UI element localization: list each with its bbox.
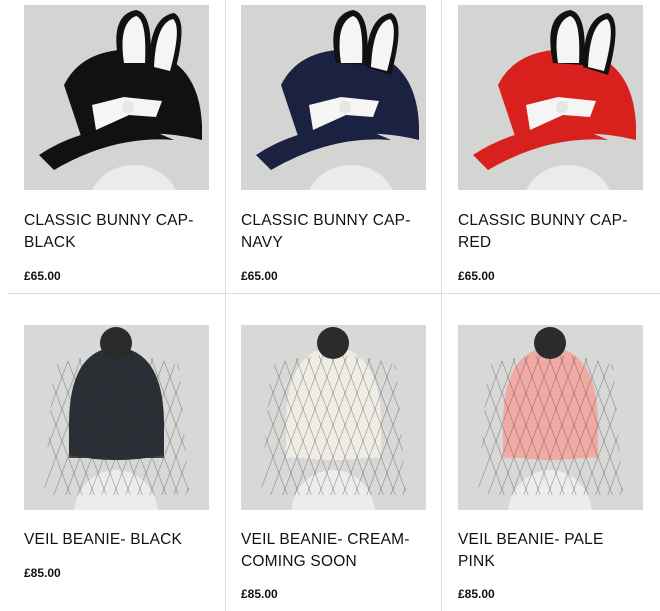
- product-price: £85.00: [458, 587, 495, 601]
- product-title-link[interactable]: CLASSIC BUNNY CAP- BLACK: [24, 210, 209, 254]
- product-title-link[interactable]: VEIL BEANIE- CREAM- COMING SOON: [241, 529, 426, 573]
- bunny-cap-image: [24, 5, 209, 190]
- product-title-link[interactable]: CLASSIC BUNNY CAP- RED: [458, 210, 643, 254]
- product-image-link[interactable]: [24, 325, 209, 510]
- product-card[interactable]: VEIL BEANIE- CREAM- COMING SOON £85.00: [241, 325, 426, 601]
- product-image-link[interactable]: [458, 325, 643, 510]
- product-price: £65.00: [24, 269, 61, 283]
- product-image-link[interactable]: [458, 5, 643, 190]
- product-card[interactable]: CLASSIC BUNNY CAP- NAVY £65.00: [241, 5, 426, 283]
- column-divider: [225, 0, 226, 611]
- row-divider: [8, 293, 660, 294]
- product-grid: CLASSIC BUNNY CAP- BLACK £65.00 CLASSIC …: [0, 0, 660, 611]
- veil-beanie-image: [241, 325, 426, 510]
- product-card[interactable]: VEIL BEANIE- PALE PINK £85.00: [458, 325, 643, 601]
- product-image-link[interactable]: [241, 5, 426, 190]
- product-title-link[interactable]: VEIL BEANIE- BLACK: [24, 529, 209, 551]
- product-price: £65.00: [458, 269, 495, 283]
- product-price: £85.00: [24, 566, 61, 580]
- veil-beanie-image: [458, 325, 643, 510]
- product-title-link[interactable]: VEIL BEANIE- PALE PINK: [458, 529, 643, 573]
- product-price: £85.00: [241, 587, 278, 601]
- product-image-link[interactable]: [24, 5, 209, 190]
- column-divider: [441, 0, 442, 611]
- product-price: £65.00: [241, 269, 278, 283]
- product-card[interactable]: VEIL BEANIE- BLACK £85.00: [24, 325, 209, 580]
- veil-beanie-image: [24, 325, 209, 510]
- product-card[interactable]: CLASSIC BUNNY CAP- RED £65.00: [458, 5, 643, 283]
- product-card[interactable]: CLASSIC BUNNY CAP- BLACK £65.00: [24, 5, 209, 283]
- product-image-link[interactable]: [241, 325, 426, 510]
- product-title-link[interactable]: CLASSIC BUNNY CAP- NAVY: [241, 210, 426, 254]
- bunny-cap-image: [458, 5, 643, 190]
- bunny-cap-image: [241, 5, 426, 190]
